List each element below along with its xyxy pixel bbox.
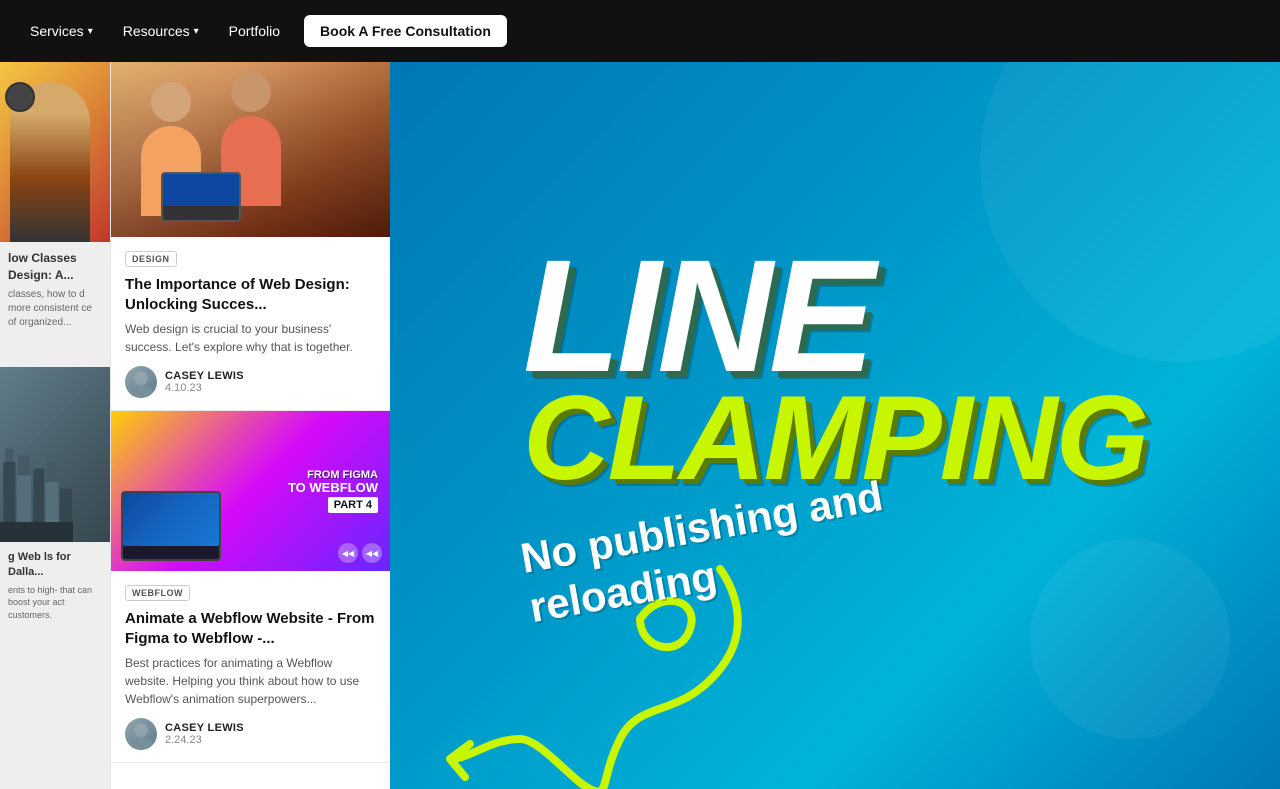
card-meta-design: CASEY LEWIS 4.10.23 [125,366,376,398]
card-body-webflow: WEBFLOW Animate a Webflow Website - From… [111,571,390,762]
tag-webflow: WEBFLOW [125,585,190,601]
nav-portfolio[interactable]: Portfolio [219,17,290,45]
left-panel: low Classes Design: A... classes, how to… [0,62,390,789]
nav-resources[interactable]: Resources ▾ [113,17,209,45]
left-card-bottom-text: g Web ls for Dalla... ents to high- that… [0,542,110,630]
card-excerpt-design: Web design is crucial to your business' … [125,320,376,356]
left-card-top: low Classes Design: A... classes, how to… [0,62,110,367]
city-image [0,367,110,542]
main-layout: low Classes Design: A... classes, how to… [0,62,1280,789]
tag-design: DESIGN [125,251,177,267]
book-consultation-button[interactable]: Book A Free Consultation [304,15,507,47]
right-col: DESIGN The Importance of Web Design: Unl… [110,62,390,789]
chevron-down-icon: ▾ [88,26,93,37]
rewind-button[interactable]: ◀◀ [338,543,358,563]
card-meta-webflow: CASEY LEWIS 2.24.23 [125,718,376,750]
skip-button[interactable]: ◀◀ [362,543,382,563]
blog-card-webflow[interactable]: FROM FIGMA TO WEBFLOW PART 4 ◀◀ ◀◀ WEBFL… [111,411,390,763]
left-card-bottom: g Web ls for Dalla... ents to high- that… [0,367,110,789]
card-image-webflow: FROM FIGMA TO WEBFLOW PART 4 ◀◀ ◀◀ [111,411,390,571]
avatar-casey-1 [125,366,157,398]
chevron-down-icon: ▾ [194,26,199,37]
avatar-casey-2 [125,718,157,750]
card-title-design: The Importance of Web Design: Unlocking … [125,275,376,314]
meta-text-design: CASEY LEWIS 4.10.23 [165,370,244,394]
card-title-webflow: Animate a Webflow Website - From Figma t… [125,609,376,648]
blog-grid: low Classes Design: A... classes, how to… [0,62,390,789]
promo-line-text: LINE [523,248,871,384]
meta-text-webflow: CASEY LEWIS 2.24.23 [165,722,244,746]
right-panel: LINE CLAMPING No publishing and reloadin… [390,62,1280,789]
promo-clamping-text: CLAMPING [523,384,1147,492]
play-controls: ◀◀ ◀◀ [338,543,382,563]
blog-card-design[interactable]: DESIGN The Importance of Web Design: Unl… [111,62,390,411]
card-excerpt-webflow: Best practices for animating a Webflow w… [125,654,376,708]
video-title-text: FROM FIGMA TO WEBFLOW PART 4 [111,460,390,523]
promo-subtitle: No publishing and reloading [523,502,889,603]
card-image-design [111,62,390,237]
navbar: Services ▾ Resources ▾ Portfolio Book A … [0,0,1280,62]
promo-content: LINE CLAMPING No publishing and reloadin… [463,208,1207,643]
nav-services[interactable]: Services ▾ [20,17,103,45]
card-body-design: DESIGN The Importance of Web Design: Unl… [111,237,390,410]
left-card-top-text: low Classes Design: A... classes, how to… [0,242,110,338]
left-col: low Classes Design: A... classes, how to… [0,62,110,789]
